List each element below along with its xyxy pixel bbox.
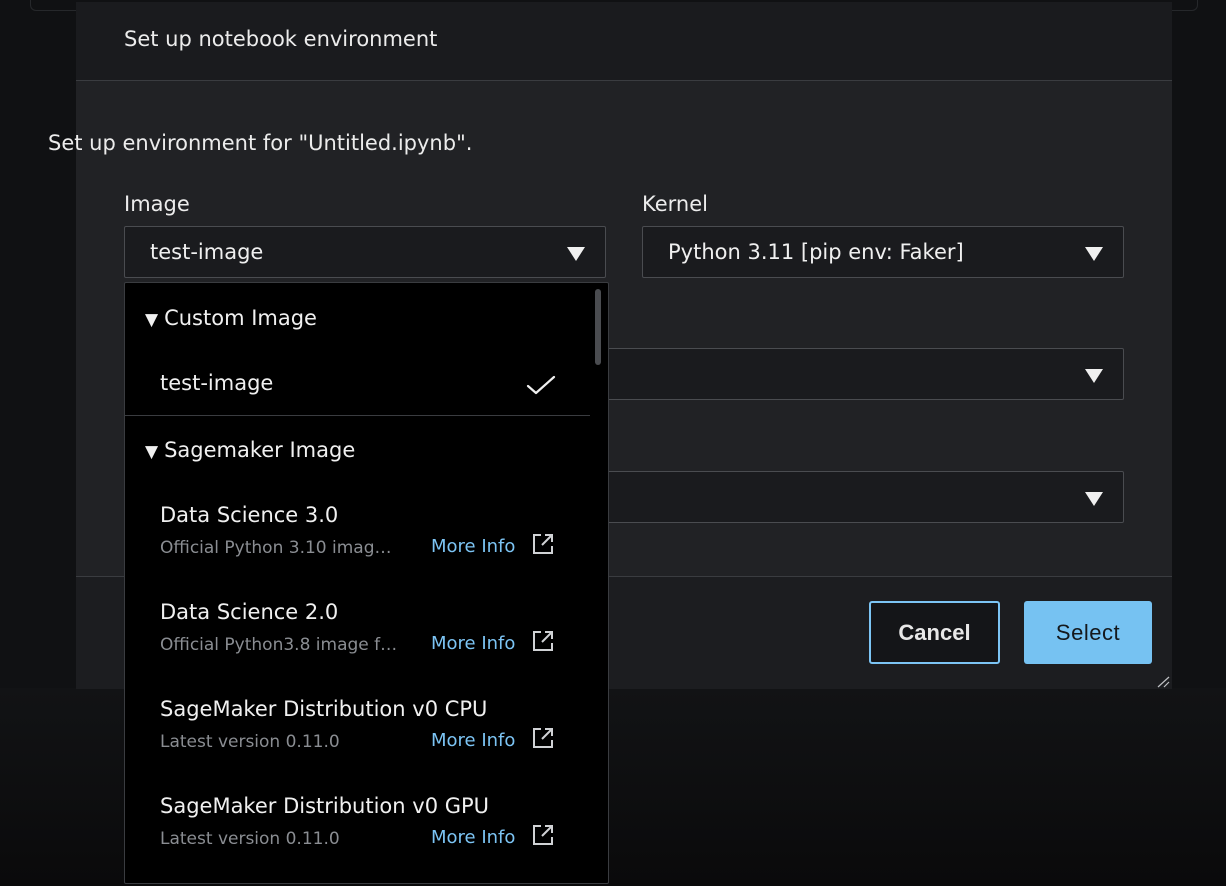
check-icon bbox=[526, 375, 556, 395]
option-name[interactable]: SageMaker Distribution v0 CPU bbox=[160, 697, 487, 721]
more-info-link[interactable]: More Info bbox=[431, 827, 515, 848]
more-info-link[interactable]: More Info bbox=[431, 730, 515, 751]
option-name[interactable]: Data Science 2.0 bbox=[160, 600, 338, 624]
option-description: Official Python 3.10 imag… bbox=[160, 538, 392, 558]
option-name: test-image bbox=[160, 371, 274, 395]
option-description: Official Python3.8 image f… bbox=[160, 635, 398, 655]
external-link-icon[interactable] bbox=[531, 823, 555, 847]
more-info-link[interactable]: More Info bbox=[431, 633, 515, 654]
image-label: Image bbox=[124, 192, 190, 216]
caret-down-icon bbox=[1085, 247, 1103, 261]
group-divider bbox=[125, 415, 590, 416]
external-link-icon[interactable] bbox=[531, 532, 555, 556]
dialog-description: Set up environment for "Untitled.ipynb". bbox=[48, 131, 473, 155]
kernel-label: Kernel bbox=[642, 192, 708, 216]
image-select-value: test-image bbox=[150, 240, 264, 264]
collapse-triangle-icon: ▼ bbox=[145, 442, 159, 462]
caret-down-icon bbox=[1085, 369, 1103, 383]
collapse-triangle-icon: ▼ bbox=[145, 310, 159, 330]
external-link-icon[interactable] bbox=[531, 629, 555, 653]
dialog-title: Set up notebook environment bbox=[124, 27, 438, 51]
option-name[interactable]: SageMaker Distribution v0 GPU bbox=[160, 794, 489, 818]
hidden-select-2[interactable] bbox=[560, 471, 1124, 523]
caret-down-icon bbox=[1085, 492, 1103, 506]
resize-grip-icon[interactable] bbox=[1156, 676, 1170, 688]
image-select[interactable]: test-image bbox=[124, 226, 606, 278]
option-name[interactable]: Data Science 3.0 bbox=[160, 503, 338, 527]
more-info-link[interactable]: More Info bbox=[431, 536, 515, 557]
cancel-button[interactable]: Cancel bbox=[869, 601, 1000, 664]
image-dropdown-list[interactable]: ▼ Custom Image test-image ▼ Sagemaker Imag… bbox=[124, 282, 609, 884]
dialog-header: Set up notebook environment bbox=[76, 2, 1172, 81]
kernel-select[interactable]: Python 3.11 [pip env: Faker] bbox=[642, 226, 1124, 278]
caret-down-icon bbox=[567, 247, 585, 261]
select-button[interactable]: Select bbox=[1024, 601, 1152, 664]
option-description: Latest version 0.11.0 bbox=[160, 732, 340, 752]
group-header-custom-image[interactable]: ▼ Custom Image bbox=[145, 306, 317, 330]
hidden-select-1[interactable] bbox=[560, 348, 1124, 400]
option-description: Latest version 0.11.0 bbox=[160, 829, 340, 849]
external-link-icon[interactable] bbox=[531, 726, 555, 750]
kernel-select-value: Python 3.11 [pip env: Faker] bbox=[668, 240, 964, 264]
group-header-sagemaker-image[interactable]: ▼ Sagemaker Image bbox=[145, 438, 355, 462]
scrollbar-thumb[interactable] bbox=[595, 289, 601, 365]
